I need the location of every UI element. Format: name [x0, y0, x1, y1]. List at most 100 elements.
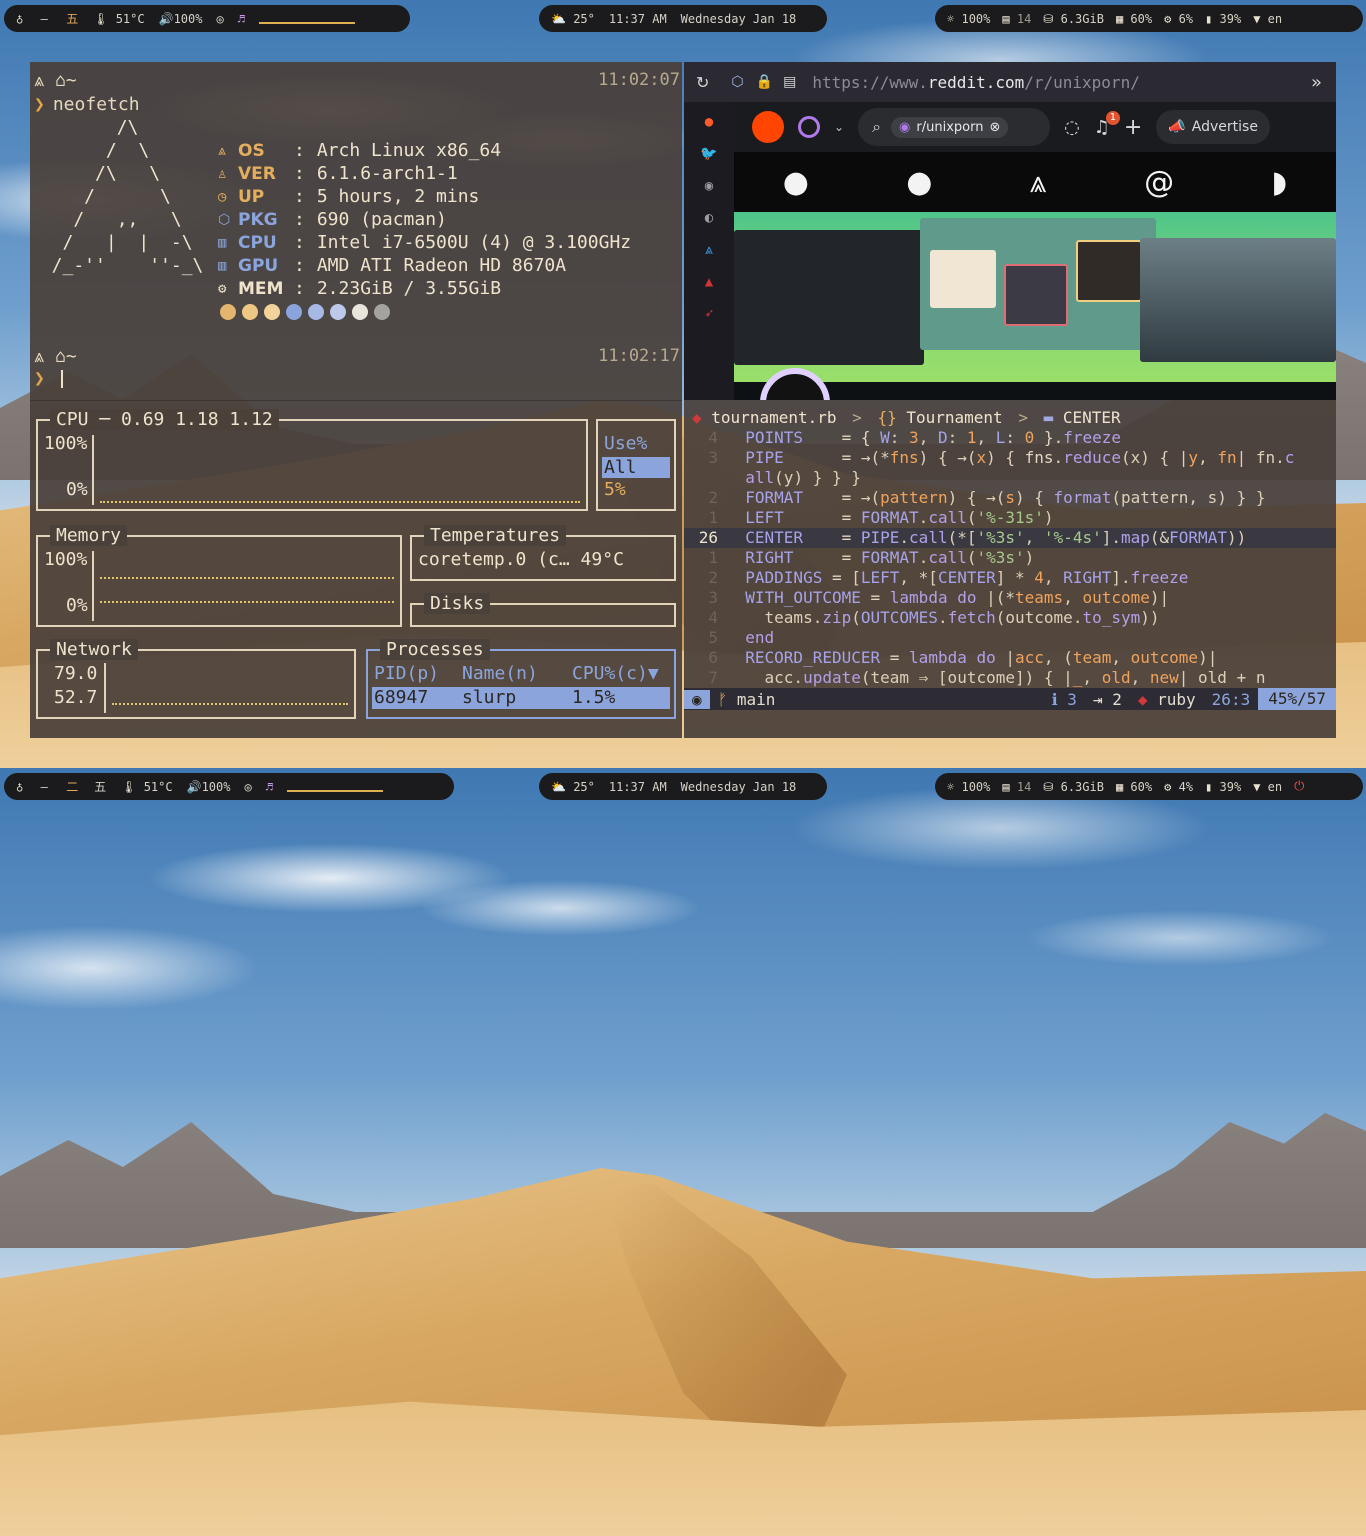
subreddit-banner — [734, 212, 1336, 382]
breadcrumb-file[interactable]: tournament.rb — [711, 408, 836, 427]
chevron-down-icon[interactable]: ⌄ — [834, 120, 844, 134]
git-branch[interactable]: ᚠ main — [710, 690, 784, 709]
info-os: ⩓ OS: Arch Linux x86_64 — [218, 140, 501, 161]
power-icon[interactable]: ⏻ — [1294, 779, 1304, 794]
arch-ascii-art: /\ / \ /\ \ / \ / ,, \ / | | -\ /_-'' ''… — [51, 117, 204, 276]
workspace-1[interactable]: — — [37, 780, 51, 794]
diagnostics-info[interactable]: ℹ 3 — [1044, 690, 1085, 709]
proc-header-pid[interactable]: PID(p) — [374, 663, 439, 684]
reddit-search[interactable]: ⌕ ◉ r/unixporn ⊗ — [858, 108, 1051, 146]
reload-icon[interactable]: ↻ — [696, 73, 709, 92]
info-cpu: ▥ CPU: Intel i7-6500U (4) @ 3.100GHz — [218, 232, 631, 253]
lock-icon[interactable]: 🔒 — [756, 74, 773, 90]
branch-icon: ᚠ — [717, 689, 728, 709]
code-line[interactable]: 3 WITH_OUTCOME = lambda do |(*teams, out… — [684, 588, 1336, 608]
package-icon: ▤ — [1002, 11, 1010, 26]
arch-icon[interactable]: ♁ — [16, 12, 23, 26]
code-text: FORMAT = →(pattern) { →(s) { format(patt… — [745, 488, 1266, 507]
bird-icon[interactable]: ➶ — [705, 306, 713, 322]
github-icon[interactable]: ◉ — [705, 178, 713, 194]
bell-icon[interactable]: ♫ 1 — [1094, 110, 1120, 138]
cpu-widget: ⚙ 6% — [1164, 12, 1193, 26]
updates-widget[interactable]: ▤ 14 — [1002, 12, 1031, 26]
globe-icon[interactable]: ◐ — [705, 210, 713, 226]
clock[interactable]: 11:37 AM — [609, 780, 667, 794]
code-line[interactable]: 2 PADDINGS = [LEFT, *[CENTER] * 4, RIGHT… — [684, 568, 1336, 588]
editor-window[interactable]: ◆ tournament.rb > {} Tournament > ▬ CENT… — [684, 400, 1336, 738]
proc-header-name[interactable]: Name(n) — [462, 663, 538, 684]
code-line[interactable]: all(y) } } } — [684, 468, 1336, 488]
terminal-neofetch[interactable]: ⩓ ⌂~ 11:02:07 ❯ neofetch /\ / \ /\ \ / \ … — [30, 62, 682, 400]
arch-icon[interactable]: ♁ — [16, 780, 23, 794]
chat-icon[interactable]: ◌ — [1064, 117, 1080, 138]
code-line[interactable]: 3 PIPE = →(*fns) { →(x) { fns.reduce(x) … — [684, 448, 1336, 468]
brightness-widget[interactable]: ☼ 100% — [947, 12, 990, 26]
close-icon[interactable]: ⊗ — [989, 120, 1000, 135]
info-sep: : — [294, 186, 305, 207]
eye-off-icon[interactable]: ◎ — [244, 780, 251, 794]
code-text: PADDINGS = [LEFT, *[CENTER] * 4, RIGHT].… — [745, 568, 1189, 587]
twitter-icon[interactable]: 🐦 — [700, 146, 717, 162]
url-bar[interactable]: https://www.reddit.com/r/unixporn/ — [812, 73, 1140, 92]
sun-icon: ☼ — [947, 11, 955, 26]
reddit-icon[interactable]: ● — [705, 114, 713, 130]
line-number: 26 — [698, 528, 718, 547]
weather-widget: ⛅ 25° — [551, 12, 595, 26]
brightness-widget[interactable]: ☼ 100% — [947, 780, 990, 794]
date[interactable]: Wednesday Jan 18 — [681, 780, 797, 794]
community-icon[interactable] — [798, 116, 820, 138]
code-line[interactable]: 2 FORMAT = →(pattern) { →(s) { format(pa… — [684, 488, 1336, 508]
info-key: OS — [238, 140, 265, 161]
code-line[interactable]: 5 end — [684, 628, 1336, 648]
advertise-button[interactable]: 📣 Advertise — [1156, 110, 1270, 144]
clock[interactable]: 11:37 AM — [609, 12, 667, 26]
code-line[interactable]: 1 RIGHT = FORMAT.call('%3s') — [684, 548, 1336, 568]
code-line[interactable]: 4 POINTS = { W: 3, D: 1, L: 0 }.freeze — [684, 428, 1336, 448]
plus-icon[interactable]: + — [1124, 115, 1142, 140]
workspace-5[interactable]: 五 — [65, 10, 79, 27]
updates-value: 14 — [1016, 779, 1032, 794]
updates-widget[interactable]: ▤ 14 — [1002, 780, 1031, 794]
breadcrumb-constant[interactable]: CENTER — [1063, 408, 1121, 427]
workspace-1[interactable]: — — [37, 12, 51, 26]
browser-window[interactable]: ↻ ⬡ 🔒 ▤ https://www.reddit.com/r/unixpor… — [684, 62, 1336, 400]
workspace-5[interactable]: 五 — [93, 778, 107, 795]
info-key: UP — [238, 186, 265, 207]
overflow-chevron-icon[interactable]: » — [1311, 72, 1322, 93]
command-input[interactable]: ❯ — [34, 368, 63, 389]
reader-icon[interactable]: ▤ — [783, 74, 796, 90]
diagnostics-hint[interactable]: ⇥ 2 — [1085, 690, 1130, 709]
subreddit-chip[interactable]: ◉ r/unixporn ⊗ — [891, 116, 1009, 138]
breadcrumb-class[interactable]: Tournament — [906, 408, 1002, 427]
volume-widget[interactable]: 🔊100% — [159, 12, 203, 26]
reddit-logo-icon[interactable] — [752, 111, 784, 143]
code-line[interactable]: 4 teams.zip(OUTCOMES.fetch(outcome.to_sy… — [684, 608, 1336, 628]
shield-icon[interactable]: ⬡ — [731, 74, 743, 90]
process-row[interactable]: 68947 slurp 1.5% — [372, 687, 670, 709]
workspace-2[interactable]: 二 — [65, 778, 79, 795]
wifi-widget[interactable]: ▼ en — [1253, 12, 1282, 26]
music-icon[interactable]: ♬ — [238, 12, 245, 26]
url-path: /r/unixporn/ — [1024, 72, 1140, 92]
eye-off-icon[interactable]: ◎ — [216, 12, 223, 26]
processes-box: Processes PID(p) Name(n) CPU%(c)▼ 68947 … — [366, 639, 676, 719]
use-all-row[interactable]: All — [602, 457, 670, 478]
command-text: neofetch — [52, 94, 140, 115]
code-line[interactable]: 7 acc.update(team ⇒ [outcome]) { |_, old… — [684, 668, 1336, 688]
memory-icon: ▦ — [1115, 779, 1124, 794]
ship-icon[interactable]: ▲ — [705, 274, 713, 290]
code-line[interactable]: 1 LEFT = FORMAT.call('%-31s') — [684, 508, 1336, 528]
arch-icon[interactable]: ⩓ — [705, 242, 713, 258]
code-text: RIGHT = FORMAT.call('%3s') — [745, 548, 1035, 567]
net-graph — [112, 703, 348, 705]
code-line[interactable]: 26 CENTER = PIPE.call(*['%3s', '%-4s'].m… — [684, 528, 1336, 548]
wifi-widget[interactable]: ▼ en — [1253, 780, 1282, 794]
partly-cloudy-icon: ⛅ — [551, 779, 566, 794]
terminal-btop[interactable]: CPU ─ 0.69 1.18 1.12 100% 0% Use% All 5%… — [30, 400, 682, 738]
text-cursor — [60, 370, 63, 388]
proc-header-cpu[interactable]: CPU%(c)▼ — [572, 663, 659, 684]
code-line[interactable]: 6 RECORD_REDUCER = lambda do |acc, (team… — [684, 648, 1336, 668]
music-icon[interactable]: ♬ — [266, 780, 273, 794]
volume-widget[interactable]: 🔊100% — [187, 780, 231, 794]
date[interactable]: Wednesday Jan 18 — [681, 12, 797, 26]
